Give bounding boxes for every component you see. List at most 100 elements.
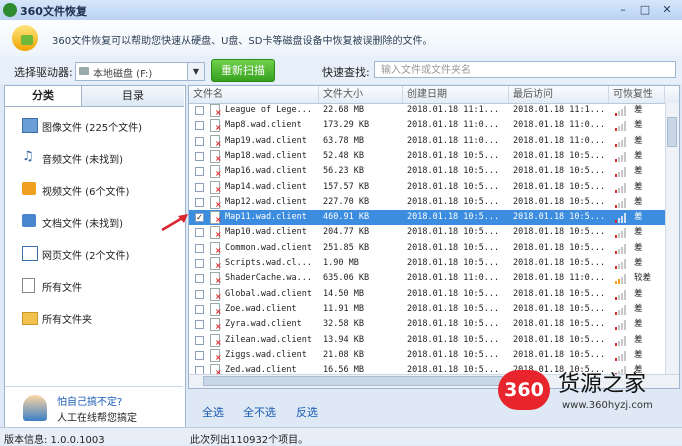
row-checkbox[interactable] xyxy=(195,304,204,314)
row-checkbox[interactable] xyxy=(195,106,204,115)
category-all-folders[interactable]: 所有文件夹 xyxy=(5,304,183,330)
table-row[interactable]: × Zyra.wad.client 32.58 KB 2018.01.18 10:5.… xyxy=(189,317,665,332)
tab-directory[interactable]: 目录 xyxy=(81,86,184,107)
column-header-created[interactable]: 创建日期 xyxy=(403,86,509,103)
table-row[interactable]: × Map12.wad.client 227.70 KB 2018.01.18 10:… xyxy=(189,195,665,210)
category-video[interactable]: 视频文件 (6个文件) xyxy=(5,176,183,202)
row-checkbox[interactable] xyxy=(195,274,204,284)
last-accessed: 2018.01.18 10:5... xyxy=(513,242,606,253)
signal-bars-icon xyxy=(615,106,629,116)
scroll-thumb[interactable] xyxy=(203,376,503,386)
deleted-file-icon: × xyxy=(210,226,222,240)
recoverability: 差 xyxy=(634,150,643,161)
signal-bars-icon xyxy=(615,304,629,315)
tab-category[interactable]: 分类 xyxy=(5,86,81,107)
deleted-file-icon: × xyxy=(210,211,222,225)
column-header-accessed[interactable]: 最后访问 xyxy=(509,86,609,103)
rescan-button[interactable]: 重新扫描 xyxy=(211,59,275,82)
file-size: 52.48 KB xyxy=(323,150,364,161)
chevron-down-icon[interactable]: ▼ xyxy=(187,63,204,80)
deleted-file-icon: × xyxy=(210,257,222,270)
file-icon xyxy=(22,278,35,293)
table-row[interactable]: × Map16.wad.client 56.23 KB 2018.01.18 10:5… xyxy=(189,164,665,179)
vertical-scrollbar[interactable] xyxy=(665,103,679,377)
recoverability: 差 xyxy=(634,105,643,115)
folder-icon xyxy=(22,312,38,325)
row-checkbox[interactable] xyxy=(195,197,204,207)
invert-selection-link[interactable]: 反选 xyxy=(296,404,318,420)
row-checkbox[interactable] xyxy=(195,121,204,131)
deleted-file-icon: × xyxy=(210,348,222,362)
select-all-link[interactable]: 全选 xyxy=(202,404,224,420)
recoverability: 差 xyxy=(634,303,643,314)
scroll-thumb[interactable] xyxy=(667,117,677,147)
category-document[interactable]: 文档文件 (未找到) xyxy=(5,208,183,234)
last-accessed: 2018.01.18 10:5... xyxy=(513,181,606,192)
maximize-button[interactable]: □ xyxy=(634,2,656,17)
file-name: Common.wad.client xyxy=(225,242,312,253)
table-row[interactable]: × Map14.wad.client 157.57 KB 2018.01.18 10:… xyxy=(189,180,665,195)
file-name: ShaderCache.wa... xyxy=(225,273,312,284)
row-checkbox[interactable] xyxy=(195,350,204,360)
row-checkbox[interactable] xyxy=(195,335,204,345)
row-checkbox[interactable] xyxy=(195,366,204,374)
column-header-name[interactable]: 文件名 xyxy=(189,86,319,103)
deleted-file-icon: × xyxy=(210,195,222,209)
row-checkbox[interactable] xyxy=(195,167,204,177)
drive-select-value: 本地磁盘 (F:) xyxy=(93,69,153,80)
row-checkbox[interactable] xyxy=(195,182,204,192)
row-checkbox[interactable] xyxy=(195,243,204,253)
category-webpage[interactable]: 网页文件 (2个文件) xyxy=(5,240,183,266)
file-size: 204.77 KB xyxy=(323,227,370,238)
table-row[interactable]: × Map19.wad.client 63.78 MB 2018.01.18 11:0… xyxy=(189,134,665,149)
recoverability: 差 xyxy=(634,319,643,330)
created-date: 2018.01.18 10:5... xyxy=(407,196,500,207)
row-checkbox[interactable] xyxy=(195,320,204,330)
select-none-link[interactable]: 全不选 xyxy=(243,404,276,420)
table-row[interactable]: × Common.wad.client 251.85 KB 2018.01.18 10… xyxy=(189,241,665,256)
table-row[interactable]: ✓ × Map11.wad.client 460.91 KB 2018.01.18 10… xyxy=(189,210,665,226)
created-date: 2018.01.18 11:1... xyxy=(407,105,500,115)
last-accessed: 2018.01.18 10:5... xyxy=(513,227,606,238)
table-row[interactable]: × Map10.wad.client 204.77 KB 2018.01.18 10:… xyxy=(189,225,665,240)
table-row[interactable]: × Map8.wad.client 173.29 KB 2018.01.18 11:0… xyxy=(189,118,665,133)
created-date: 2018.01.18 11:0... xyxy=(407,273,500,284)
row-checkbox[interactable] xyxy=(195,259,204,268)
drive-select[interactable]: 本地磁盘 (F:) ▼ xyxy=(75,62,205,81)
table-row[interactable]: × League of Lege... 22.68 MB 2018.01.18 11:… xyxy=(189,103,665,118)
row-checkbox[interactable] xyxy=(195,289,204,299)
signal-bars-icon xyxy=(615,350,629,361)
help-question-link[interactable]: 怕自己搞不定? xyxy=(57,393,122,408)
category-image[interactable]: 图像文件 (225个文件) xyxy=(5,112,183,138)
table-row[interactable]: × ShaderCache.wa... 635.06 KB 2018.01.18 11… xyxy=(189,271,665,286)
table-row[interactable]: × Zoe.wad.client 11.91 MB 2018.01.18 10:5..… xyxy=(189,302,665,317)
row-checkbox[interactable]: ✓ xyxy=(195,213,204,223)
deleted-file-icon: × xyxy=(210,364,222,374)
row-checkbox[interactable] xyxy=(195,151,204,161)
minimize-button[interactable]: – xyxy=(612,2,634,17)
row-checkbox[interactable] xyxy=(195,136,204,146)
deleted-file-icon: × xyxy=(210,134,222,148)
file-size: 63.78 MB xyxy=(323,135,364,146)
recoverability: 差 xyxy=(634,258,643,268)
column-header-recoverability[interactable]: 可恢复性 xyxy=(609,86,665,103)
created-date: 2018.01.18 10:5... xyxy=(407,181,500,192)
table-row[interactable]: × Global.wad.client 14.50 MB 2018.01.18 10:… xyxy=(189,287,665,302)
file-name: Ziggs.wad.client xyxy=(225,349,307,360)
category-audio[interactable]: ♫ 音频文件 (未找到) xyxy=(5,144,183,170)
search-input[interactable]: 输入文件或文件夹名 xyxy=(374,61,676,78)
recoverability: 差 xyxy=(634,135,643,146)
category-all-files[interactable]: 所有文件 xyxy=(5,272,183,298)
banner-description: 360文件恢复可以帮助您快速从硬盘、U盘、SD卡等磁盘设备中恢复被误删除的文件。 xyxy=(52,36,433,47)
online-help[interactable]: 怕自己搞不定? 人工在线帮您搞定 xyxy=(5,386,183,427)
table-row[interactable]: × Scripts.wad.cl... 1.90 MB 2018.01.18 10:5… xyxy=(189,256,665,271)
table-row[interactable]: × Zilean.wad.client 13.94 KB 2018.01.18 10:… xyxy=(189,333,665,348)
file-size: 251.85 KB xyxy=(323,242,370,253)
table-row[interactable]: × Ziggs.wad.client 21.08 KB 2018.01.18 10:5… xyxy=(189,348,665,363)
row-checkbox[interactable] xyxy=(195,228,204,238)
deleted-file-icon: × xyxy=(210,149,222,163)
column-header-size[interactable]: 文件大小 xyxy=(319,86,403,103)
close-button[interactable]: ✕ xyxy=(656,2,678,17)
table-row[interactable]: × Map18.wad.client 52.48 KB 2018.01.18 10:5… xyxy=(189,149,665,164)
signal-bars-icon xyxy=(615,274,629,285)
